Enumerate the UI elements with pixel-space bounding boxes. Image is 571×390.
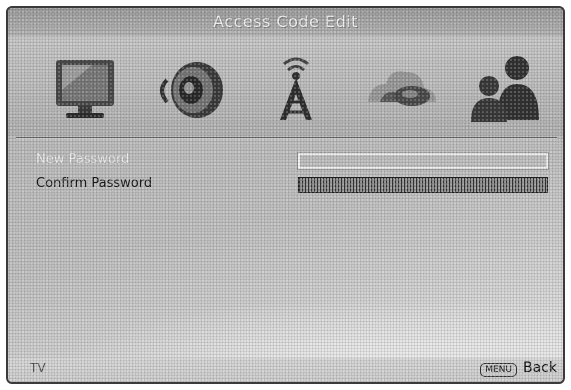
confirm-password-label: Confirm Password <box>36 176 153 191</box>
new-password-label: New Password <box>36 152 130 167</box>
antenna-icon[interactable] <box>256 50 336 126</box>
menu-icon-strip <box>8 36 563 136</box>
speaker-icon[interactable] <box>153 50 233 126</box>
menu-key-badge: MENU <box>480 363 517 377</box>
divider <box>16 137 557 139</box>
confirm-password-field[interactable] <box>298 177 548 193</box>
new-password-field[interactable] <box>298 153 548 169</box>
users-icon[interactable] <box>463 50 543 126</box>
source-label: TV <box>30 361 46 375</box>
tv-icon[interactable] <box>48 50 128 126</box>
back-button[interactable]: Back <box>523 360 557 376</box>
password-form: New Password Confirm Password <box>8 140 563 362</box>
footer-bar: TV MENU Back <box>8 358 563 382</box>
page-title: Access Code Edit <box>213 12 358 31</box>
tv-screen: Access Code Edit New Password Confirm Pa… <box>6 6 565 384</box>
network-icon[interactable] <box>360 50 440 126</box>
title-bar: Access Code Edit <box>8 8 563 37</box>
